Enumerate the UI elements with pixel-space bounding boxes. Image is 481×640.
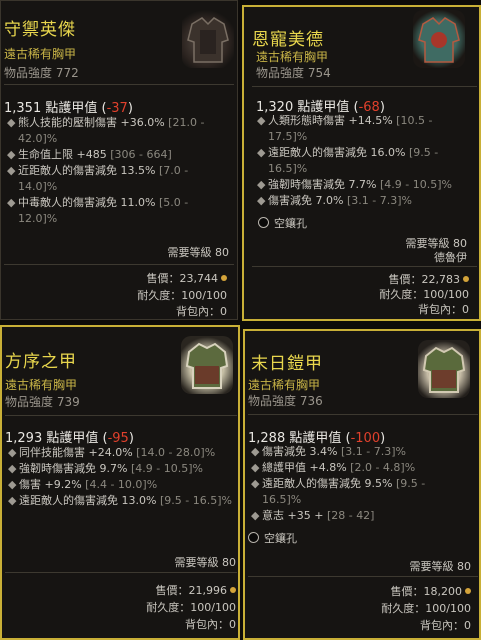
affix-line: ◆ 中毒敵人的傷害減免 11.0% [5.0 - 12.0]%: [7, 196, 189, 225]
socket-icon: [258, 217, 269, 228]
divider: [248, 576, 478, 577]
item-name: 守禦英傑: [4, 20, 76, 40]
bullet-icon: ◆: [257, 114, 266, 127]
empty-socket: 空鑲孔: [258, 215, 307, 231]
armor-delta: -37: [106, 101, 128, 116]
affix-line: ◆ 熊人技能的壓制傷害 +36.0% [21.0 - 42.0]%: [7, 116, 205, 145]
chest-armor-icon: [182, 10, 234, 68]
bag-count: 背包內：0: [418, 303, 469, 316]
divider: [4, 264, 234, 265]
required-level: 需要等級 80: [167, 246, 230, 259]
durability: 耐久度：100/100: [137, 289, 227, 302]
affix-line: ◆ 遠距敵人的傷害減免 9.5% [9.5 - 16.5]%: [251, 477, 426, 506]
bullet-icon: ◆: [251, 477, 260, 490]
bullet-icon: ◆: [7, 116, 16, 129]
item-name: 末日鎧甲: [251, 354, 323, 374]
divider: [252, 86, 477, 87]
divider: [4, 84, 234, 85]
bullet-icon: ◆: [257, 146, 266, 159]
empty-socket: 空鑲孔: [248, 530, 297, 546]
bullet-icon: ◆: [251, 445, 260, 458]
gold-coin-icon: [463, 276, 469, 282]
bullet-icon: ◆: [251, 509, 260, 522]
sell-price: 售價：21,996: [156, 582, 236, 598]
sell-price: 售價：18,200: [391, 583, 471, 599]
item-type: 遠古稀有胸甲: [4, 47, 77, 61]
affix-list: ◆ 熊人技能的壓制傷害 +36.0% [21.0 - 42.0]% ◆ 生命值上限 …: [4, 115, 222, 227]
bullet-icon: ◆: [8, 446, 17, 459]
divider: [5, 415, 237, 416]
item-type: 遠古稀有胸甲: [248, 378, 321, 392]
armor-value: 1,351 點護甲值 (-37): [4, 101, 133, 116]
affix-list: ◆ 人類形態時傷害 +14.5% [10.5 - 17.5]% ◆ 遠距敵人的傷害減…: [254, 113, 472, 209]
bullet-icon: ◆: [257, 194, 266, 207]
bullet-icon: ◆: [8, 462, 17, 475]
item-power: 物品強度 754: [256, 66, 331, 80]
divider: [5, 572, 237, 573]
gold-coin-icon: [221, 275, 227, 281]
divider: [248, 414, 478, 415]
affix-line: ◆ 遠距敵人的傷害減免 16.0% [9.5 - 16.5]%: [257, 146, 439, 175]
chest-armor-icon: [181, 336, 233, 394]
armor-value: 1,293 點護甲值 (-95): [5, 431, 134, 446]
bullet-icon: ◆: [7, 164, 16, 177]
affix-line: ◆ 人類形態時傷害 +14.5% [10.5 - 17.5]%: [257, 114, 433, 143]
bullet-icon: ◆: [257, 178, 266, 191]
durability: 耐久度：100/100: [146, 601, 236, 614]
bag-count: 背包內：0: [185, 618, 236, 631]
affix-list: ◆ 傷害減免 3.4% [3.1 - 7.3]% ◆ 總護甲值 +4.8% [2.0…: [248, 444, 466, 524]
bullet-icon: ◆: [8, 494, 17, 507]
gold-coin-icon: [465, 588, 471, 594]
affix-line: ◆ 強韌時傷害減免 9.7% [4.9 - 10.5]%: [8, 462, 203, 475]
bag-count: 背包內：0: [176, 305, 227, 318]
sell-price: 售價：23,744: [147, 270, 227, 286]
affix-line: ◆ 傷害減免 3.4% [3.1 - 7.3]%: [251, 445, 406, 458]
item-name: 恩寵美德: [252, 30, 324, 50]
item-power: 物品強度 739: [5, 395, 80, 409]
affix-line: ◆ 總護甲值 +4.8% [2.0 - 4.8]%: [251, 461, 416, 474]
item-power: 物品強度 736: [248, 394, 323, 408]
affix-line: ◆ 意志 +35 + [28 - 42]: [251, 509, 375, 522]
socket-icon: [248, 532, 259, 543]
item-name: 方序之甲: [5, 352, 77, 372]
bullet-icon: ◆: [7, 148, 16, 161]
affix-line: ◆ 傷害 +9.2% [4.4 - 10.0]%: [8, 478, 158, 491]
sell-price: 售價：22,783: [389, 271, 469, 287]
bag-count: 背包內：0: [420, 619, 471, 632]
chest-armor-icon: [418, 340, 470, 398]
bullet-icon: ◆: [251, 461, 260, 474]
affix-line: ◆ 生命值上限 +485 [306 - 664]: [7, 148, 172, 161]
affix-line: ◆ 近距敵人的傷害減免 13.5% [7.0 - 14.0]%: [7, 164, 189, 193]
durability: 耐久度：100/100: [381, 602, 471, 615]
affix-line: ◆ 強韌時傷害減免 7.7% [4.9 - 10.5]%: [257, 178, 452, 191]
affix-line: ◆ 遠距敵人的傷害減免 13.0% [9.5 - 16.5]%: [8, 494, 232, 507]
bullet-icon: ◆: [7, 196, 16, 209]
divider: [252, 266, 477, 267]
item-type: 遠古稀有胸甲: [256, 50, 329, 64]
affix-list: ◆ 同伴技能傷害 +24.0% [14.0 - 28.0]% ◆ 強韌時傷害減免 9…: [5, 445, 237, 509]
item-type: 遠古稀有胸甲: [5, 378, 78, 392]
required-level: 需要等級 80: [409, 560, 472, 573]
affix-line: ◆ 傷害減免 7.0% [3.1 - 7.3]%: [257, 194, 412, 207]
gold-coin-icon: [230, 587, 236, 593]
class-requirement: 德魯伊: [434, 251, 467, 264]
required-level: 需要等級 80: [174, 556, 237, 569]
item-power: 物品強度 772: [4, 66, 79, 80]
armor-delta: -95: [107, 431, 129, 446]
bullet-icon: ◆: [8, 478, 17, 491]
chest-armor-icon: [413, 10, 465, 68]
durability: 耐久度：100/100: [379, 288, 469, 301]
affix-line: ◆ 同伴技能傷害 +24.0% [14.0 - 28.0]%: [8, 446, 216, 459]
